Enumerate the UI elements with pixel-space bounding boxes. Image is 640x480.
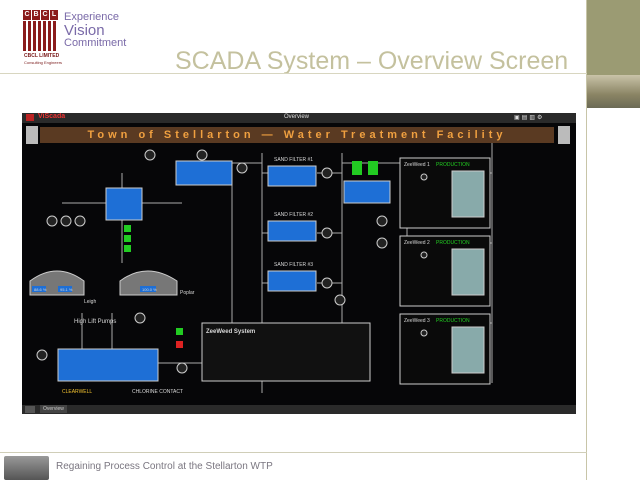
zeeweed-title: ZeeWeed System — [206, 329, 255, 335]
logo-columns — [23, 21, 58, 51]
zeeweed-feed-tank — [343, 180, 391, 204]
logo-letter: L — [50, 10, 58, 20]
leigh-level-b: 95.1 % — [60, 287, 73, 292]
logo-subtitle: Consulting Engineers — [24, 60, 63, 65]
logo-company-name: CBCL LIMITED — [24, 53, 60, 59]
footer-thumbnail — [4, 456, 49, 480]
header-rule — [0, 73, 587, 74]
logo-letter: C — [41, 10, 49, 20]
poplar-level: 100.0 % — [142, 287, 157, 292]
slide-title: SCADA System – Overview Screen — [175, 47, 569, 75]
accent-block — [587, 0, 640, 75]
chlorine-contact-label: CHLORINE CONTACT — [132, 389, 183, 395]
poplar-label: Poplar — [180, 290, 195, 296]
sand-filter-3 — [267, 270, 317, 292]
train-1-title: ZeeWeed 1 — [404, 162, 430, 168]
filter-2-label: SAND FILTER #2 — [274, 212, 313, 218]
footer-title: Regaining Process Control at the Stellar… — [56, 461, 273, 472]
scada-screen: ViScada Overview ▣▤▥⚙ Town of Stellarton… — [22, 113, 576, 414]
green-valve — [368, 161, 378, 175]
clearwell-tank — [57, 348, 159, 382]
footer-rule — [0, 452, 587, 453]
filter-3-label: SAND FILTER #3 — [274, 262, 313, 268]
tagline-commitment: Commitment — [64, 37, 127, 49]
filter-1-label: SAND FILTER #1 — [274, 157, 313, 163]
train-1-status: PRODUCTION — [436, 162, 470, 168]
cbcl-logo: C B C L — [23, 10, 59, 52]
leigh-label: Leigh — [84, 299, 96, 305]
train-3-status: PRODUCTION — [436, 318, 470, 324]
leigh-level-a: 88.6 % — [34, 287, 47, 292]
clearwell-label: CLEARWELL — [62, 389, 92, 395]
pretreat-tank — [105, 187, 143, 221]
high-lift-pumps-label: High Lift Pumps — [74, 319, 116, 325]
logo-letter: B — [32, 10, 40, 20]
train-2-status: PRODUCTION — [436, 240, 470, 246]
sand-filter-1 — [267, 165, 317, 187]
process-diagram: Leigh Poplar 88.6 % 95.1 % 100.0 % High … — [29, 143, 493, 395]
start-button[interactable] — [25, 406, 35, 413]
scada-taskbar: Overview — [22, 405, 576, 414]
train-3-title: ZeeWeed 3 — [404, 318, 430, 324]
sand-filter-2 — [267, 220, 317, 242]
taskbar-tab-overview[interactable]: Overview — [40, 405, 67, 413]
green-valve — [352, 161, 362, 175]
train-2-title: ZeeWeed 2 — [404, 240, 430, 246]
clarifier-tank — [175, 160, 233, 186]
logo-letter: C — [23, 10, 31, 20]
site-photo — [587, 75, 640, 108]
